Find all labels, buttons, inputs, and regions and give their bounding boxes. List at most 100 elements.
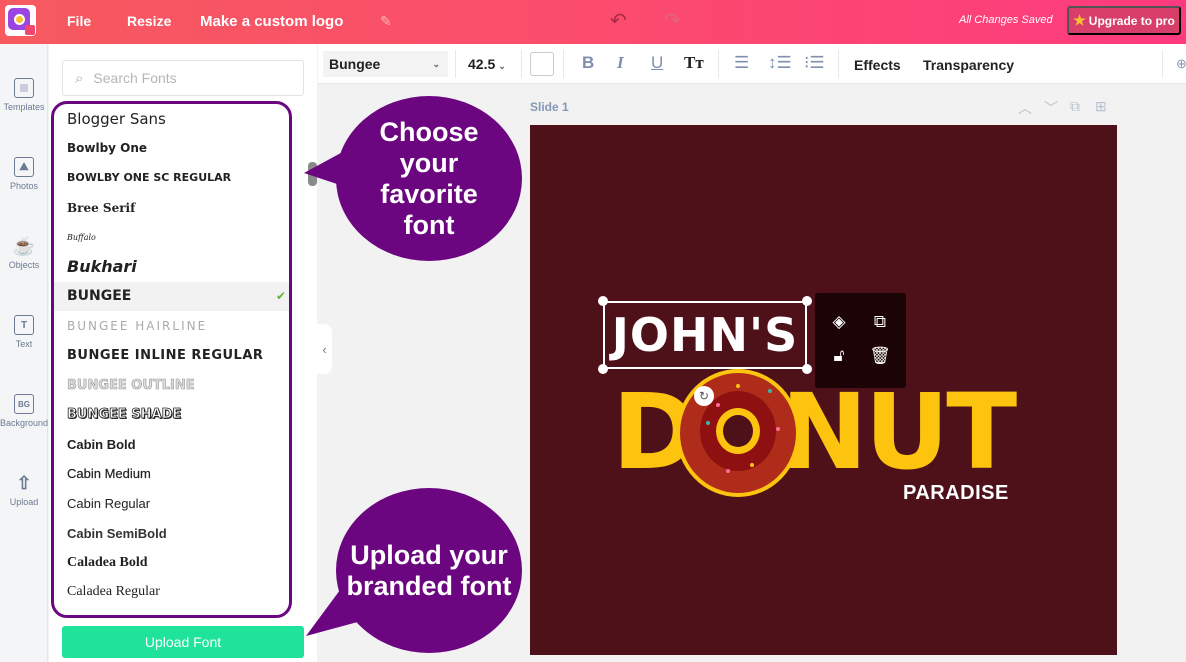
callout-upload-font: Upload your branded font	[336, 488, 522, 653]
font-list: Blogger Sans Bowlby One Bowlby One SC Re…	[51, 101, 292, 618]
selected-text-box[interactable]: JOHN'S	[603, 301, 807, 369]
file-menu[interactable]: File	[67, 13, 91, 29]
font-search-input[interactable]	[93, 70, 274, 86]
collapse-panel-button[interactable]: ‹	[317, 324, 332, 374]
text-case-button[interactable]: Tт	[684, 53, 704, 73]
upload-font-button[interactable]: Upload Font	[62, 626, 304, 658]
font-item-selected[interactable]: BUNGEE ✔	[54, 281, 289, 312]
left-rail: Templates ⛰ Photos ☕ Objects T Text BG B…	[0, 44, 48, 662]
font-name: Cabin Medium	[67, 466, 151, 482]
font-item[interactable]: BUNGEE HAIRLINE	[54, 311, 289, 341]
app-logo[interactable]	[5, 5, 36, 36]
rail-label: Templates	[3, 102, 45, 112]
font-name: BUNGEE OUTLINE	[67, 377, 195, 393]
font-item[interactable]: Cabin Regular	[54, 489, 289, 519]
rail-item-photos[interactable]: ⛰ Photos	[0, 157, 48, 191]
underline-button[interactable]: U	[651, 53, 663, 73]
resize-menu[interactable]: Resize	[127, 13, 171, 29]
upgrade-label: Upgrade to pro	[1088, 13, 1175, 28]
redo-icon[interactable]: ↷	[664, 8, 681, 33]
resize-handle[interactable]	[802, 364, 812, 374]
font-family-value: Bungee	[329, 56, 381, 72]
add-slide-icon[interactable]: ⊞	[1095, 98, 1107, 115]
list-icon[interactable]: ⁝☰	[804, 53, 825, 73]
rail-label: Objects	[8, 260, 40, 270]
chevron-left-icon: ‹	[322, 341, 327, 357]
font-size-select[interactable]: 42.5 ⌄	[468, 56, 506, 72]
font-item[interactable]: Bowlby One SC Regular	[54, 163, 289, 193]
rail-label: Upload	[9, 497, 39, 507]
font-item[interactable]: Caladea Regular	[54, 578, 289, 608]
text-toolbar: Bungee ⌄ 42.5 ⌄ B I U Tт ☰ ↕☰ ⁝☰ Effects …	[318, 44, 1186, 84]
objects-icon: ☕	[12, 235, 36, 256]
font-item[interactable]: BUNGEE INLINE REGULAR	[54, 341, 289, 371]
checkmark-icon: ✔	[275, 289, 286, 304]
resize-handle[interactable]	[802, 296, 812, 306]
resize-handle[interactable]	[598, 364, 608, 374]
rail-item-text[interactable]: T Text	[0, 315, 48, 349]
duplicate-icon[interactable]: ⧉	[869, 311, 891, 333]
font-item[interactable]: BUNGEE OUTLINE	[54, 370, 289, 400]
bold-button[interactable]: B	[582, 53, 594, 73]
font-item[interactable]: Cabin SemiBold	[54, 518, 289, 548]
font-search[interactable]: ⌕	[62, 60, 304, 96]
upload-icon: ⇧	[16, 472, 32, 493]
font-name: Caladea Regular	[67, 584, 160, 600]
search-icon: ⌕	[75, 69, 84, 87]
effects-button[interactable]: Effects	[854, 57, 901, 73]
rail-item-templates[interactable]: Templates	[0, 78, 48, 112]
line-spacing-icon[interactable]: ↕☰	[768, 53, 792, 73]
font-name: Cabin Regular	[67, 496, 151, 512]
undo-icon[interactable]: ↶	[610, 8, 627, 33]
font-item[interactable]: Bowlby One	[54, 134, 289, 164]
templates-icon	[14, 78, 34, 98]
rotate-handle-icon[interactable]: ↻	[694, 386, 714, 406]
rail-label: Text	[15, 339, 33, 349]
font-name: Bukhari	[67, 257, 137, 277]
resize-handle[interactable]	[598, 296, 608, 306]
chevron-down-icon: ⌄	[498, 61, 506, 71]
font-name: BUNGEE HAIRLINE	[67, 318, 208, 333]
font-name: Bowlby One SC Regular	[67, 171, 232, 185]
duplicate-slide-icon[interactable]: ⧉	[1070, 98, 1080, 115]
unlock-icon[interactable]: 🔓︎	[828, 345, 850, 367]
text-color-swatch[interactable]	[530, 52, 554, 76]
font-item[interactable]: Bukhari	[54, 252, 289, 282]
italic-button[interactable]: I	[617, 53, 624, 73]
rail-item-upload[interactable]: ⇧ Upload	[0, 472, 48, 508]
element-context-menu: ◈ ⧉ 🔓︎ 🗑︎	[815, 293, 906, 388]
font-name: Cabin SemiBold	[67, 525, 167, 541]
callout-text: Choose your favorite font	[379, 116, 479, 240]
font-name: BUNGEE	[67, 288, 132, 305]
document-title[interactable]: Make a custom logo	[200, 13, 343, 30]
move-down-icon[interactable]: ﹀	[1044, 98, 1058, 118]
chevron-down-icon: ⌄	[432, 58, 440, 69]
pencil-icon[interactable]: ✎	[380, 13, 392, 30]
font-item[interactable]: Cabin Bold	[54, 430, 289, 460]
rail-label: Background	[0, 418, 49, 428]
transparency-button[interactable]: Transparency	[923, 57, 1014, 73]
layers-icon[interactable]: ◈	[828, 311, 850, 333]
logo-text-donut[interactable]: DONUT	[612, 380, 1017, 484]
callout-text: Upload your branded font	[346, 539, 512, 601]
font-item[interactable]: Blogger Sans	[54, 104, 289, 134]
upgrade-button[interactable]: ★ Upgrade to pro	[1067, 6, 1181, 35]
callout-choose-font: Choose your favorite font	[336, 96, 522, 261]
font-family-select[interactable]: Bungee ⌄	[323, 51, 448, 77]
font-item[interactable]: Bree Serif	[54, 193, 289, 223]
font-item[interactable]: Buffalo	[54, 222, 289, 252]
font-item[interactable]: Cabin Medium	[54, 459, 289, 489]
logo-subtext[interactable]: PARADISE	[903, 482, 1009, 505]
rail-label: Photos	[9, 181, 39, 191]
zoom-in-icon[interactable]: ⊕	[1176, 56, 1186, 72]
rail-item-objects[interactable]: ☕ Objects	[0, 235, 48, 271]
donut-graphic[interactable]	[676, 369, 800, 497]
align-center-icon[interactable]: ☰	[734, 53, 749, 73]
top-bar: File Resize Make a custom logo ✎ ↶ ↷ All…	[0, 0, 1186, 44]
move-up-icon[interactable]: ︿	[1018, 98, 1032, 118]
font-name: Blogger Sans	[67, 109, 166, 128]
trash-icon[interactable]: 🗑︎	[869, 345, 891, 367]
font-item[interactable]: Caladea Bold	[54, 548, 289, 578]
rail-item-background[interactable]: BG Background	[0, 394, 48, 428]
font-item[interactable]: BUNGEE SHADE	[54, 400, 289, 430]
